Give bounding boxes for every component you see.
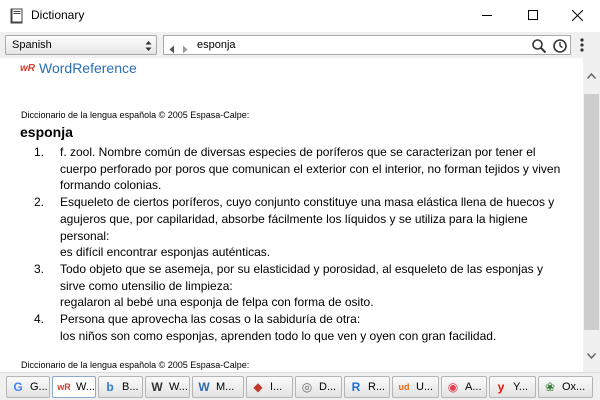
source-tab-label: M...	[216, 381, 235, 393]
definition-text: Esqueleto de ciertos poríferos, cuyo con…	[60, 195, 555, 243]
updown-arrows-icon	[145, 39, 152, 51]
definition-number: 4.	[34, 312, 45, 327]
window-title: Dictionary	[31, 8, 85, 22]
source-tab[interactable]: ◉ A...	[441, 376, 487, 398]
source-tab[interactable]: W M...	[192, 376, 244, 398]
urban-dictionary-icon: ud	[398, 382, 410, 392]
maximize-icon	[528, 10, 538, 20]
bing-icon: b	[106, 380, 114, 394]
definition-number: 2.	[34, 195, 45, 210]
language-select[interactable]: Spanish	[5, 35, 157, 55]
source-tab-label: G...	[30, 381, 48, 393]
search-input[interactable]: esponja	[163, 35, 571, 55]
merriam-webster-icon: W	[198, 380, 210, 394]
source-tab-label: Y...	[513, 381, 529, 393]
definition-text: f. zool. Nombre común de diversas especi…	[60, 145, 561, 193]
source-tab-label: W...	[169, 381, 188, 393]
definition-example: es difícil encontrar esponjas auténticas…	[60, 245, 271, 260]
source-tab[interactable]: R R...	[344, 376, 390, 398]
book-icon	[10, 8, 23, 24]
source-tab[interactable]: ◆ I...	[246, 376, 293, 398]
definition-item: 2. Esqueleto de ciertos poríferos, cuyo …	[34, 194, 564, 261]
title-bar: Dictionary	[0, 0, 600, 32]
source-tab-label: U...	[416, 381, 434, 393]
google-icon: G	[13, 380, 23, 394]
source-tab[interactable]: ❀ Ox...	[538, 376, 593, 398]
forward-arrow-icon[interactable]	[182, 41, 188, 59]
source-tab-label: W...	[76, 381, 95, 393]
search-icon[interactable]	[531, 38, 547, 59]
definition-text: Todo objeto que se asemeja, por su elast…	[60, 261, 543, 293]
source-name: WordReference	[39, 60, 137, 76]
definition-text: Persona que aprovecha las cosas o la sab…	[60, 312, 361, 327]
maximize-button[interactable]	[510, 0, 556, 30]
close-icon	[571, 9, 583, 21]
definition-item: 1. f. zool. Nombre común de diversas esp…	[34, 144, 564, 194]
dictionary-icon: ◎	[301, 380, 313, 394]
wordreference-icon: wR	[20, 62, 35, 74]
search-value: esponja	[197, 39, 236, 51]
definition-item: 3. Todo objeto que se asemeja, por su el…	[34, 261, 564, 311]
definition-number: 3.	[34, 261, 45, 276]
source-tab-label: I...	[270, 381, 283, 393]
source-tab[interactable]: y Y...	[489, 376, 536, 398]
oxford-icon: ❀	[544, 380, 556, 394]
minimize-button[interactable]	[464, 0, 510, 30]
close-button[interactable]	[554, 0, 600, 30]
toolbar: Spanish esponja	[0, 32, 600, 58]
app-icon: ◉	[447, 380, 459, 394]
source-tab[interactable]: ◎ D...	[295, 376, 342, 398]
scroll-down-icon[interactable]	[586, 346, 597, 364]
wordreference-icon: wR	[57, 382, 71, 392]
definition-item: 4. Persona que aprovecha las cosas o la …	[34, 311, 564, 344]
minimize-icon	[482, 15, 492, 16]
yandex-icon: y	[497, 380, 505, 394]
language-value: Spanish	[12, 39, 52, 51]
copyright-text: Diccionario de la lengua española © 2005…	[21, 110, 250, 120]
definition-pane: wR WordReference Diccionario de la lengu…	[0, 58, 583, 372]
source-tab-label: R...	[368, 381, 386, 393]
source-tabs: G G... wR W... b B... W W... W M... ◆ I... ◎ D... R R..…	[0, 372, 600, 400]
source-tab[interactable]: b B...	[98, 376, 143, 398]
history-icon[interactable]	[552, 38, 568, 59]
vertical-scrollbar[interactable]	[583, 58, 600, 372]
reverso-icon: R	[351, 380, 361, 394]
headword: esponja	[20, 124, 73, 140]
wikipedia-icon: W	[151, 380, 163, 394]
source-tab-label: D...	[319, 381, 337, 393]
source-tab-label: Ox...	[562, 381, 586, 393]
scroll-thumb[interactable]	[584, 94, 599, 330]
scroll-up-icon[interactable]	[586, 66, 597, 84]
definition-list: 1. f. zool. Nombre común de diversas esp…	[34, 144, 564, 344]
menu-icon[interactable]	[579, 37, 585, 53]
back-arrow-icon[interactable]	[169, 41, 175, 59]
wordreference-logo[interactable]: wR WordReference	[20, 60, 137, 76]
definition-number: 1.	[34, 145, 45, 159]
definition-example: los niños son como esponjas, aprenden to…	[60, 328, 497, 343]
source-tab[interactable]: ud U...	[392, 376, 439, 398]
source-tab-label: B...	[122, 381, 139, 393]
source-tab[interactable]: W W...	[145, 376, 190, 398]
source-tab[interactable]: wR W...	[52, 376, 96, 398]
source-tab[interactable]: G G...	[6, 376, 50, 398]
copyright-text: Diccionario de la lengua española © 2005…	[21, 360, 250, 370]
definition-example: regalaron al bebé una esponja de felpa c…	[60, 295, 374, 310]
source-tab-label: A...	[465, 381, 482, 393]
shield-icon: ◆	[253, 380, 263, 394]
